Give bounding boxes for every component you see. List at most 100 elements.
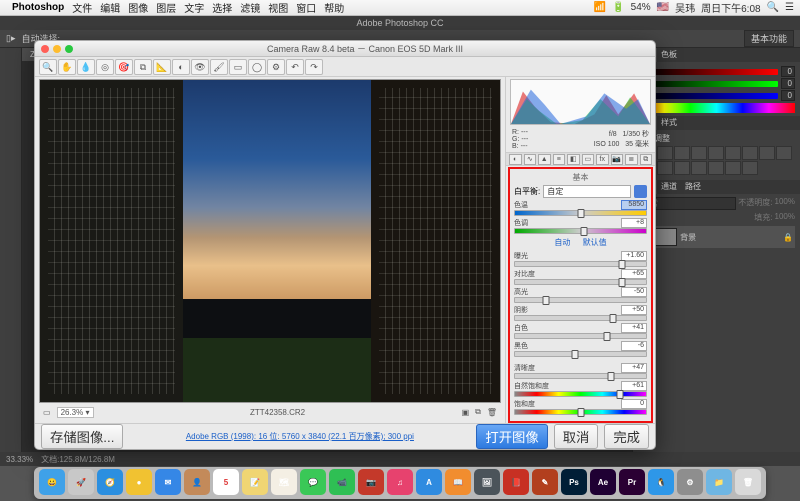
- tool-pen[interactable]: [0, 288, 20, 304]
- cr-radial-filter-tool[interactable]: ◯: [248, 59, 266, 75]
- slider-vibrance-value[interactable]: +61: [621, 381, 647, 391]
- adj-curves-icon[interactable]: [674, 146, 690, 160]
- zoom-out-icon[interactable]: ▭: [43, 408, 51, 417]
- adj-lookup-icon[interactable]: [657, 161, 673, 175]
- delete-icon[interactable]: 🗑: [487, 408, 497, 417]
- tool-blur[interactable]: [0, 254, 20, 270]
- dock-settings[interactable]: ⚙: [677, 469, 703, 495]
- dock-finder[interactable]: 😀: [39, 469, 65, 495]
- cr-rotate-ccw-tool[interactable]: ↶: [286, 59, 304, 75]
- tool-path[interactable]: [0, 322, 20, 338]
- cr-straighten-tool[interactable]: 📐: [153, 59, 171, 75]
- workflow-link[interactable]: Adobe RGB (1998): 16 位: 5760 x 3840 (22.…: [129, 431, 470, 442]
- dock-premiere[interactable]: Pr: [619, 469, 645, 495]
- tab-fx-icon[interactable]: fx: [596, 154, 609, 165]
- cr-zoom-tool[interactable]: 🔍: [39, 59, 57, 75]
- tab-camera-icon[interactable]: 📷: [611, 154, 624, 165]
- slider-saturation-track[interactable]: [514, 409, 647, 415]
- slider-contrast-track[interactable]: [514, 279, 647, 285]
- slider-clarity-thumb[interactable]: [607, 372, 614, 381]
- slider-g[interactable]: [647, 81, 778, 87]
- slider-exposure-track[interactable]: [514, 261, 647, 267]
- slider-whites-value[interactable]: +41: [621, 323, 647, 333]
- adj-photo-filter-icon[interactable]: [776, 146, 792, 160]
- cr-spot-tool[interactable]: ◐: [172, 59, 190, 75]
- slider-saturation-thumb[interactable]: [577, 408, 584, 417]
- tool-gradient[interactable]: [0, 237, 20, 253]
- cancel-button[interactable]: 取消: [554, 424, 599, 449]
- slider-clarity-track[interactable]: [514, 373, 647, 379]
- adj-balance-icon[interactable]: [742, 146, 758, 160]
- maximize-icon[interactable]: [65, 45, 73, 53]
- slider-temperature-value[interactable]: 5850: [621, 200, 647, 210]
- tab-swatches[interactable]: 色板: [657, 48, 681, 62]
- tab-channels[interactable]: 通道: [657, 180, 681, 194]
- menu-view[interactable]: 视图: [268, 0, 288, 15]
- open-image-button[interactable]: 打开图像: [476, 424, 547, 449]
- status-zoom[interactable]: 33.33%: [6, 455, 33, 464]
- cr-redeye-tool[interactable]: 👁: [191, 59, 209, 75]
- histogram[interactable]: [510, 79, 651, 125]
- tool-text[interactable]: [0, 305, 20, 321]
- adj-hue-icon[interactable]: [725, 146, 741, 160]
- fill-value[interactable]: 100%: [775, 212, 795, 223]
- adj-invert-icon[interactable]: [674, 161, 690, 175]
- slider-tint-track[interactable]: [514, 228, 647, 234]
- cr-color-sampler-tool[interactable]: ◎: [96, 59, 114, 75]
- dock-messages[interactable]: 💬: [300, 469, 326, 495]
- adj-levels-icon[interactable]: [657, 146, 673, 160]
- slider-vibrance-track[interactable]: [514, 391, 647, 397]
- dock-pages[interactable]: ✎: [532, 469, 558, 495]
- slider-shadows-track[interactable]: [514, 315, 647, 321]
- dock-calendar[interactable]: 5: [213, 469, 239, 495]
- tab-curve-icon[interactable]: ∿: [524, 154, 537, 165]
- close-icon[interactable]: [41, 45, 49, 53]
- slider-tint-thumb[interactable]: [581, 227, 588, 236]
- tool-marquee[interactable]: [0, 67, 20, 83]
- menu-help[interactable]: 帮助: [324, 0, 344, 15]
- dock-chrome[interactable]: ●: [126, 469, 152, 495]
- dock-mail[interactable]: ✉: [155, 469, 181, 495]
- adj-gradient-map-icon[interactable]: [725, 161, 741, 175]
- cr-adjust-brush-tool[interactable]: 🖌: [210, 59, 228, 75]
- wb-dropdown-icon[interactable]: [634, 185, 647, 198]
- slider-highlights-value[interactable]: -50: [621, 287, 647, 297]
- slider-highlights-thumb[interactable]: [543, 296, 550, 305]
- dock-itunes[interactable]: ♫: [387, 469, 413, 495]
- slider-vibrance-thumb[interactable]: [616, 390, 623, 399]
- auto-link[interactable]: 自动: [554, 238, 570, 247]
- menu-type[interactable]: 文字: [184, 0, 204, 15]
- cr-target-tool[interactable]: 🎯: [115, 59, 133, 75]
- slider-clarity-value[interactable]: +47: [621, 363, 647, 373]
- tool-eraser[interactable]: [0, 220, 20, 236]
- value-g[interactable]: 0: [781, 78, 795, 89]
- dialog-titlebar[interactable]: Camera Raw 8.4 beta － Canon EOS 5D Mark …: [35, 41, 655, 57]
- input-flag[interactable]: 🇺🇸: [657, 2, 669, 13]
- zoom-select[interactable]: 26.3% ▾: [57, 407, 94, 418]
- tool-eyedropper[interactable]: [0, 135, 20, 151]
- slider-temperature-track[interactable]: [514, 210, 647, 216]
- cr-grad-filter-tool[interactable]: ▭: [229, 59, 247, 75]
- slider-whites-thumb[interactable]: [603, 332, 610, 341]
- dock-facetime[interactable]: 📹: [329, 469, 355, 495]
- dock-books[interactable]: 📖: [445, 469, 471, 495]
- tool-heal[interactable]: [0, 152, 20, 168]
- tab-lens-icon[interactable]: ▭: [582, 154, 595, 165]
- menu-filter[interactable]: 滤镜: [240, 0, 260, 15]
- tool-brush[interactable]: [0, 169, 20, 185]
- slider-temperature-thumb[interactable]: [577, 209, 584, 218]
- color-spectrum[interactable]: [638, 103, 795, 113]
- wifi-icon[interactable]: 📶: [594, 2, 606, 13]
- slider-saturation-value[interactable]: 0: [621, 399, 647, 409]
- tool-wand[interactable]: [0, 101, 20, 117]
- move-tool-icon[interactable]: ▯▸: [6, 33, 15, 44]
- cr-crop-tool[interactable]: ⧉: [134, 59, 152, 75]
- tool-dodge[interactable]: [0, 271, 20, 287]
- menu-select[interactable]: 选择: [212, 0, 232, 15]
- value-b[interactable]: 0: [781, 90, 795, 101]
- cr-rotate-cw-tool[interactable]: ↷: [305, 59, 323, 75]
- tool-hand[interactable]: [0, 356, 20, 372]
- menu-image[interactable]: 图像: [128, 0, 148, 15]
- tool-history-brush[interactable]: [0, 203, 20, 219]
- tab-styles[interactable]: 样式: [657, 116, 681, 130]
